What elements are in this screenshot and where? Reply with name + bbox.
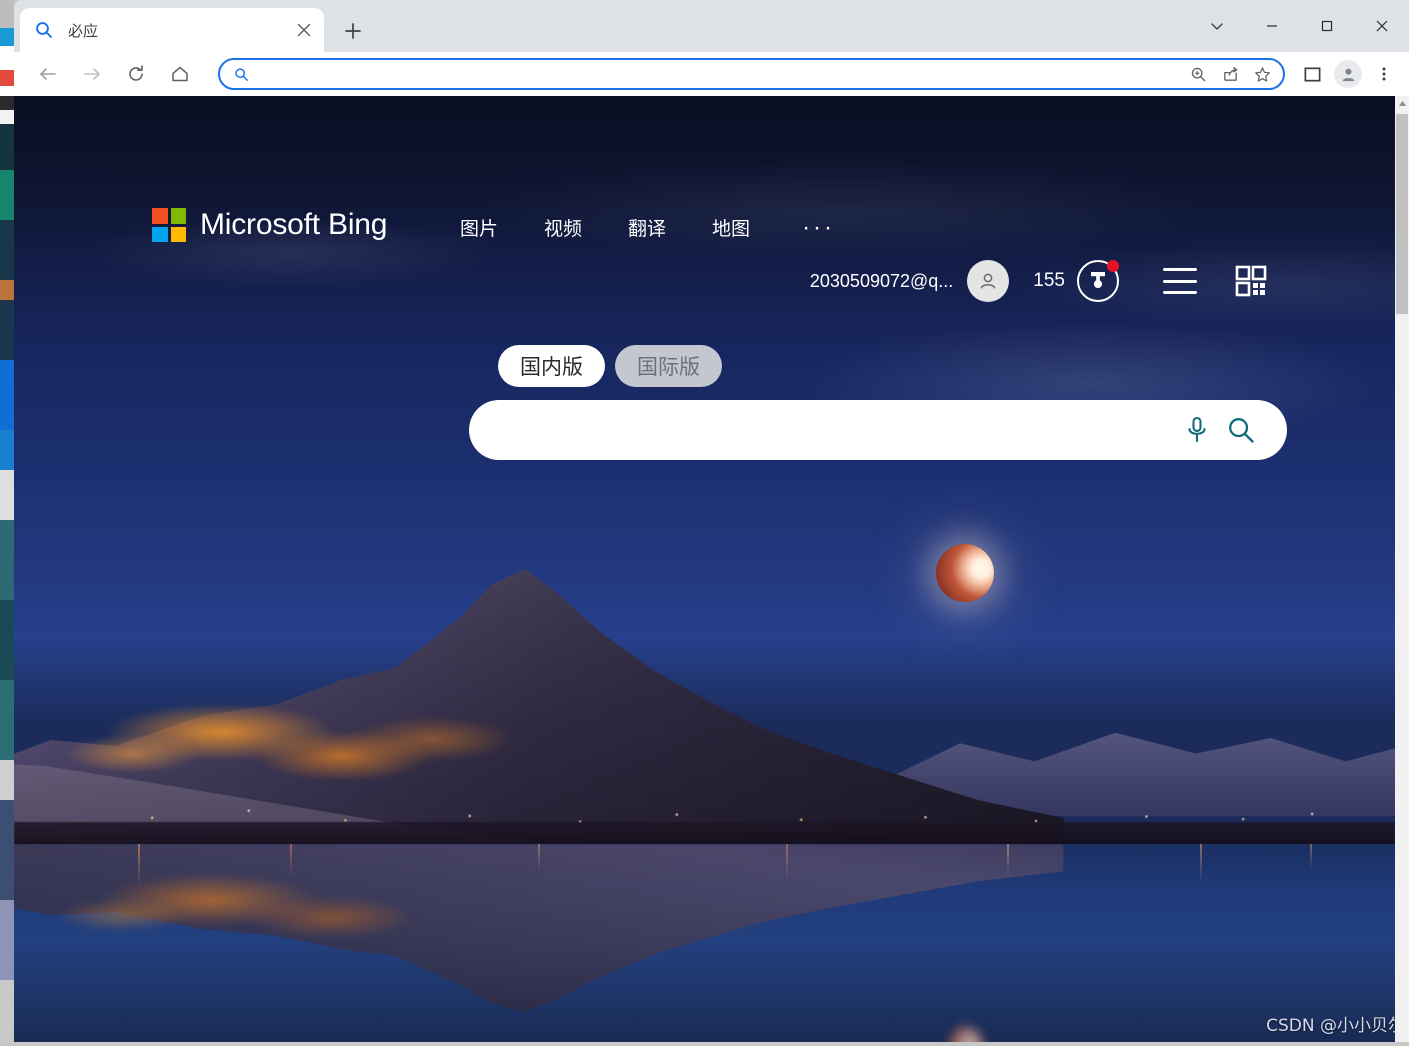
search-box[interactable]	[469, 400, 1287, 460]
version-domestic-button[interactable]: 国内版	[498, 345, 605, 387]
back-arrow-icon[interactable]	[28, 54, 68, 94]
nav-more-icon[interactable]: ···	[802, 215, 835, 240]
page-viewport: Microsoft Bing 图片 视频 翻译 地图 ··· 203050907…	[14, 96, 1409, 1046]
watermark: CSDN @小小贝尔	[1266, 1016, 1405, 1036]
brand-name: Microsoft Bing	[200, 208, 388, 241]
rewards-medal-icon[interactable]	[1077, 260, 1119, 302]
light-reflection-streaks	[14, 844, 1395, 984]
profile-button[interactable]	[1331, 57, 1365, 91]
forward-arrow-icon[interactable]	[72, 54, 112, 94]
page-scrollbar[interactable]	[1395, 96, 1409, 1046]
bing-header: Microsoft Bing 图片 视频 翻译 地图 ··· 203050907…	[14, 96, 1395, 326]
person-icon	[980, 273, 996, 289]
zoom-in-icon[interactable]	[1183, 59, 1213, 89]
home-icon[interactable]	[160, 54, 200, 94]
hamburger-menu-icon[interactable]	[1163, 268, 1197, 294]
sidebar-panel-icon[interactable]	[1295, 57, 1329, 91]
address-bar[interactable]	[218, 58, 1285, 90]
background-window-sliver	[0, 0, 14, 1046]
more-vertical-icon[interactable]	[1367, 57, 1401, 91]
close-icon[interactable]	[290, 16, 318, 44]
search-input[interactable]	[499, 420, 1175, 440]
star-icon[interactable]	[1247, 59, 1277, 89]
browser-chrome: 必应	[14, 0, 1409, 96]
tab-strip: 必应	[14, 0, 1409, 52]
search-icon	[234, 67, 249, 82]
minimize-icon[interactable]	[1244, 0, 1299, 52]
rewards-points: 155	[1033, 270, 1065, 291]
window-controls	[1189, 0, 1409, 52]
bing-logo[interactable]: Microsoft Bing	[152, 208, 387, 242]
qr-code-icon[interactable]	[1235, 265, 1267, 297]
notification-dot	[1107, 260, 1119, 272]
scrollbar-thumb[interactable]	[1396, 114, 1408, 314]
microsoft-logo-icon	[152, 208, 186, 242]
scroll-up-arrow-icon[interactable]	[1395, 96, 1409, 110]
maximize-icon[interactable]	[1299, 0, 1354, 52]
toolbar-right-actions	[1295, 57, 1409, 91]
lunar-eclipse-moon	[936, 544, 994, 602]
version-international-button[interactable]: 国际版	[615, 345, 722, 387]
top-navigation: 图片 视频 翻译 地图 ···	[460, 214, 835, 241]
nav-images[interactable]: 图片	[460, 214, 498, 241]
browser-window: 必应 Microsoft Bing 图片 视频 翻译 地图 ··· 203050…	[0, 0, 1409, 1046]
share-icon[interactable]	[1215, 59, 1245, 89]
person-icon	[1334, 60, 1362, 88]
new-tab-button[interactable]	[336, 14, 370, 48]
browser-tab[interactable]: 必应	[20, 8, 324, 52]
nav-translate[interactable]: 翻译	[628, 214, 666, 241]
address-bar-actions	[1183, 59, 1277, 89]
window-bottom-edge	[0, 1042, 1409, 1046]
account-email[interactable]: 2030509072@q...	[810, 271, 953, 292]
reload-icon[interactable]	[116, 54, 156, 94]
microphone-icon[interactable]	[1175, 408, 1219, 452]
browser-toolbar	[14, 52, 1409, 96]
chevron-down-icon[interactable]	[1189, 0, 1244, 52]
account-bar: 2030509072@q... 155	[810, 260, 1267, 302]
version-toggle: 国内版 国际版	[498, 345, 722, 387]
nav-maps[interactable]: 地图	[712, 214, 750, 241]
tab-title: 必应	[68, 21, 99, 40]
autumn-aspen-trees	[55, 684, 608, 804]
close-icon[interactable]	[1354, 0, 1409, 52]
search-icon[interactable]	[1219, 408, 1263, 452]
search-icon	[34, 20, 54, 40]
nav-videos[interactable]: 视频	[544, 214, 582, 241]
avatar[interactable]	[967, 260, 1010, 302]
